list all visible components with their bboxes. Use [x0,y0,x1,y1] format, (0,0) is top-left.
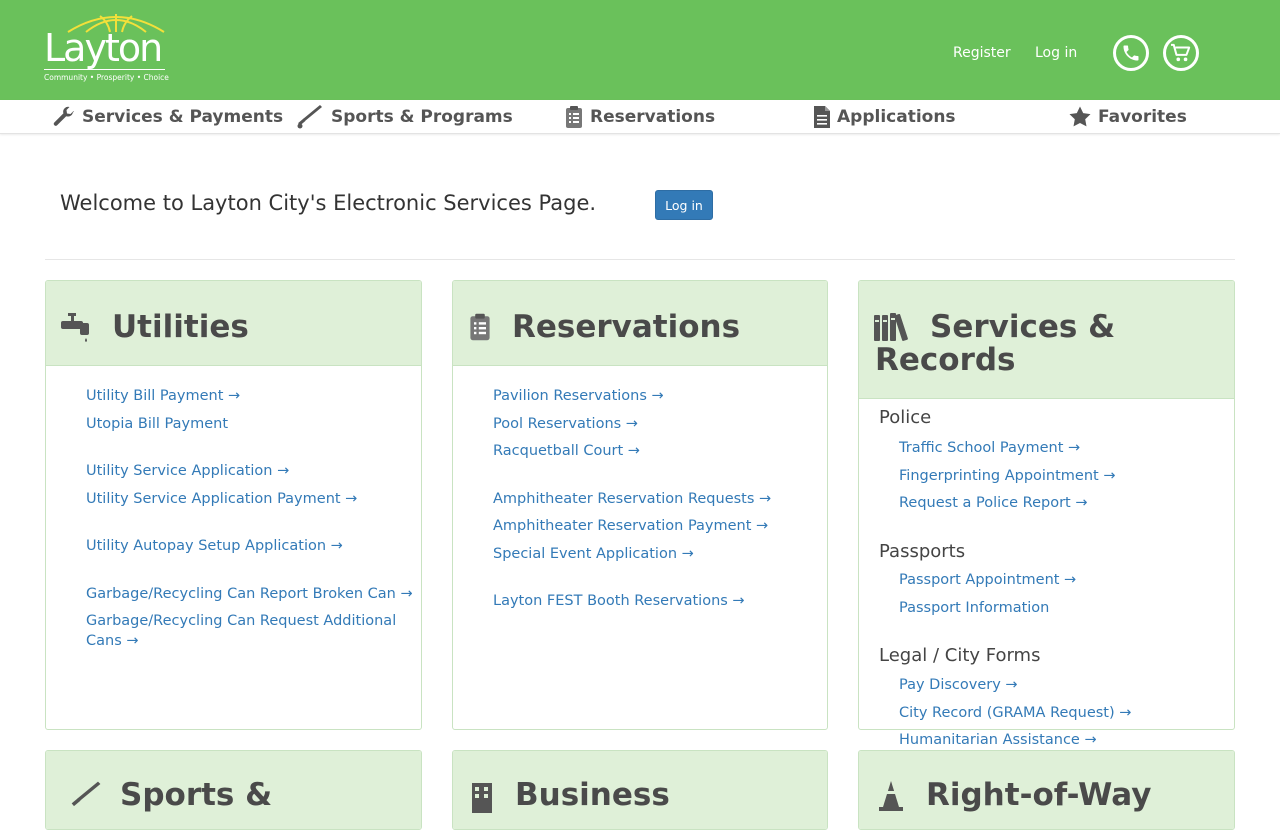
garbage-additional-cans-link-cont[interactable]: Cans → [86,631,139,651]
panel-header: Services & Records [859,281,1234,399]
panel-title: Services & [930,309,1116,345]
phone-icon[interactable] [1113,35,1149,71]
nav-label: Sports & Programs [331,107,513,127]
main-nav: Services & Payments Sports & Programs Re… [0,100,1280,134]
panel-header: Right-of-Way [859,751,1234,829]
humanitarian-assistance-link[interactable]: Humanitarian Assistance → [899,730,1097,750]
nav-label: Reservations [590,107,716,127]
police-report-link[interactable]: Request a Police Report → [899,493,1088,513]
fingerprinting-appointment-link[interactable]: Fingerprinting Appointment → [899,466,1115,486]
layton-logo[interactable]: Layton Community • Prosperity • Choice [44,12,169,86]
bat-icon [71,781,101,807]
panel-title: Sports & [120,777,273,813]
cart-icon[interactable] [1163,35,1199,71]
document-icon [814,106,830,128]
section-heading-passports: Passports [879,541,966,562]
nav-reservations[interactable]: Reservations [564,105,715,129]
racquetball-court-link[interactable]: Racquetball Court → [493,441,640,461]
services-records-panel: Services & Records Police Traffic School… [858,280,1235,730]
panel-title: Reservations [512,309,741,345]
register-link[interactable]: Register [953,45,1011,61]
nav-favorites[interactable]: Favorites [1068,105,1187,129]
panel-header: Business [453,751,827,829]
clipboard-icon [566,106,582,128]
panel-title: Right-of-Way [926,777,1152,813]
right-of-way-panel: Right-of-Way [858,750,1235,830]
panel-title: Utilities [112,309,249,345]
logo-tagline: Community • Prosperity • Choice [44,73,169,82]
section-heading-legal: Legal / City Forms [879,645,1041,666]
site-header: Layton Community • Prosperity • Choice R… [0,0,1280,100]
login-button[interactable]: Log in [655,190,713,220]
divider [45,259,1235,260]
clipboard-icon [470,313,490,341]
panel-title: Business [515,777,670,813]
amphitheater-payment-link[interactable]: Amphitheater Reservation Payment → [493,516,768,536]
utopia-bill-payment-link[interactable]: Utopia Bill Payment [86,414,228,434]
nav-label: Services & Payments [82,107,284,127]
garbage-additional-cans-link[interactable]: Garbage/Recycling Can Request Additional [86,611,396,631]
books-icon [874,313,908,341]
faucet-icon [61,313,89,342]
building-icon [472,783,492,813]
utility-autopay-link[interactable]: Utility Autopay Setup Application → [86,536,343,556]
nav-applications[interactable]: Applications [813,105,956,129]
bat-icon [297,105,322,129]
wrench-icon [53,106,74,126]
logo-text: Layton [44,26,163,70]
logo-divider [44,69,165,70]
city-record-grama-link[interactable]: City Record (GRAMA Request) → [899,703,1131,723]
welcome-text: Welcome to Layton City's Electronic Serv… [60,191,597,215]
special-event-application-link[interactable]: Special Event Application → [493,544,694,564]
panel-header: Sports & [46,751,421,829]
utility-bill-payment-link[interactable]: Utility Bill Payment → [86,386,240,406]
star-icon [1069,106,1091,127]
pool-reservations-link[interactable]: Pool Reservations → [493,414,638,434]
nav-label: Applications [837,107,956,127]
business-panel: Business [452,750,828,830]
passport-information-link[interactable]: Passport Information [899,598,1049,618]
nav-sports-programs[interactable]: Sports & Programs [295,105,513,129]
cone-icon [879,781,903,811]
panel-header: Reservations [453,281,827,366]
layton-fest-booth-link[interactable]: Layton FEST Booth Reservations → [493,591,745,611]
utilities-panel: Utilities Utility Bill Payment → Utopia … [45,280,422,730]
utility-service-application-payment-link[interactable]: Utility Service Application Payment → [86,489,357,509]
amphitheater-requests-link[interactable]: Amphitheater Reservation Requests → [493,489,771,509]
utility-service-application-link[interactable]: Utility Service Application → [86,461,289,481]
pay-discovery-link[interactable]: Pay Discovery → [899,675,1018,695]
traffic-school-payment-link[interactable]: Traffic School Payment → [899,438,1080,458]
panel-title-line2: Records [875,342,1016,378]
pavilion-reservations-link[interactable]: Pavilion Reservations → [493,386,664,406]
garbage-broken-can-link[interactable]: Garbage/Recycling Can Report Broken Can … [86,584,413,604]
passport-appointment-link[interactable]: Passport Appointment → [899,570,1076,590]
nav-services-payments[interactable]: Services & Payments [52,105,283,129]
section-heading-police: Police [879,407,932,428]
header-login-link[interactable]: Log in [1035,45,1077,61]
nav-label: Favorites [1098,107,1187,127]
panel-header: Utilities [46,281,421,366]
reservations-panel: Reservations Pavilion Reservations → Poo… [452,280,828,730]
sports-panel: Sports & [45,750,422,830]
